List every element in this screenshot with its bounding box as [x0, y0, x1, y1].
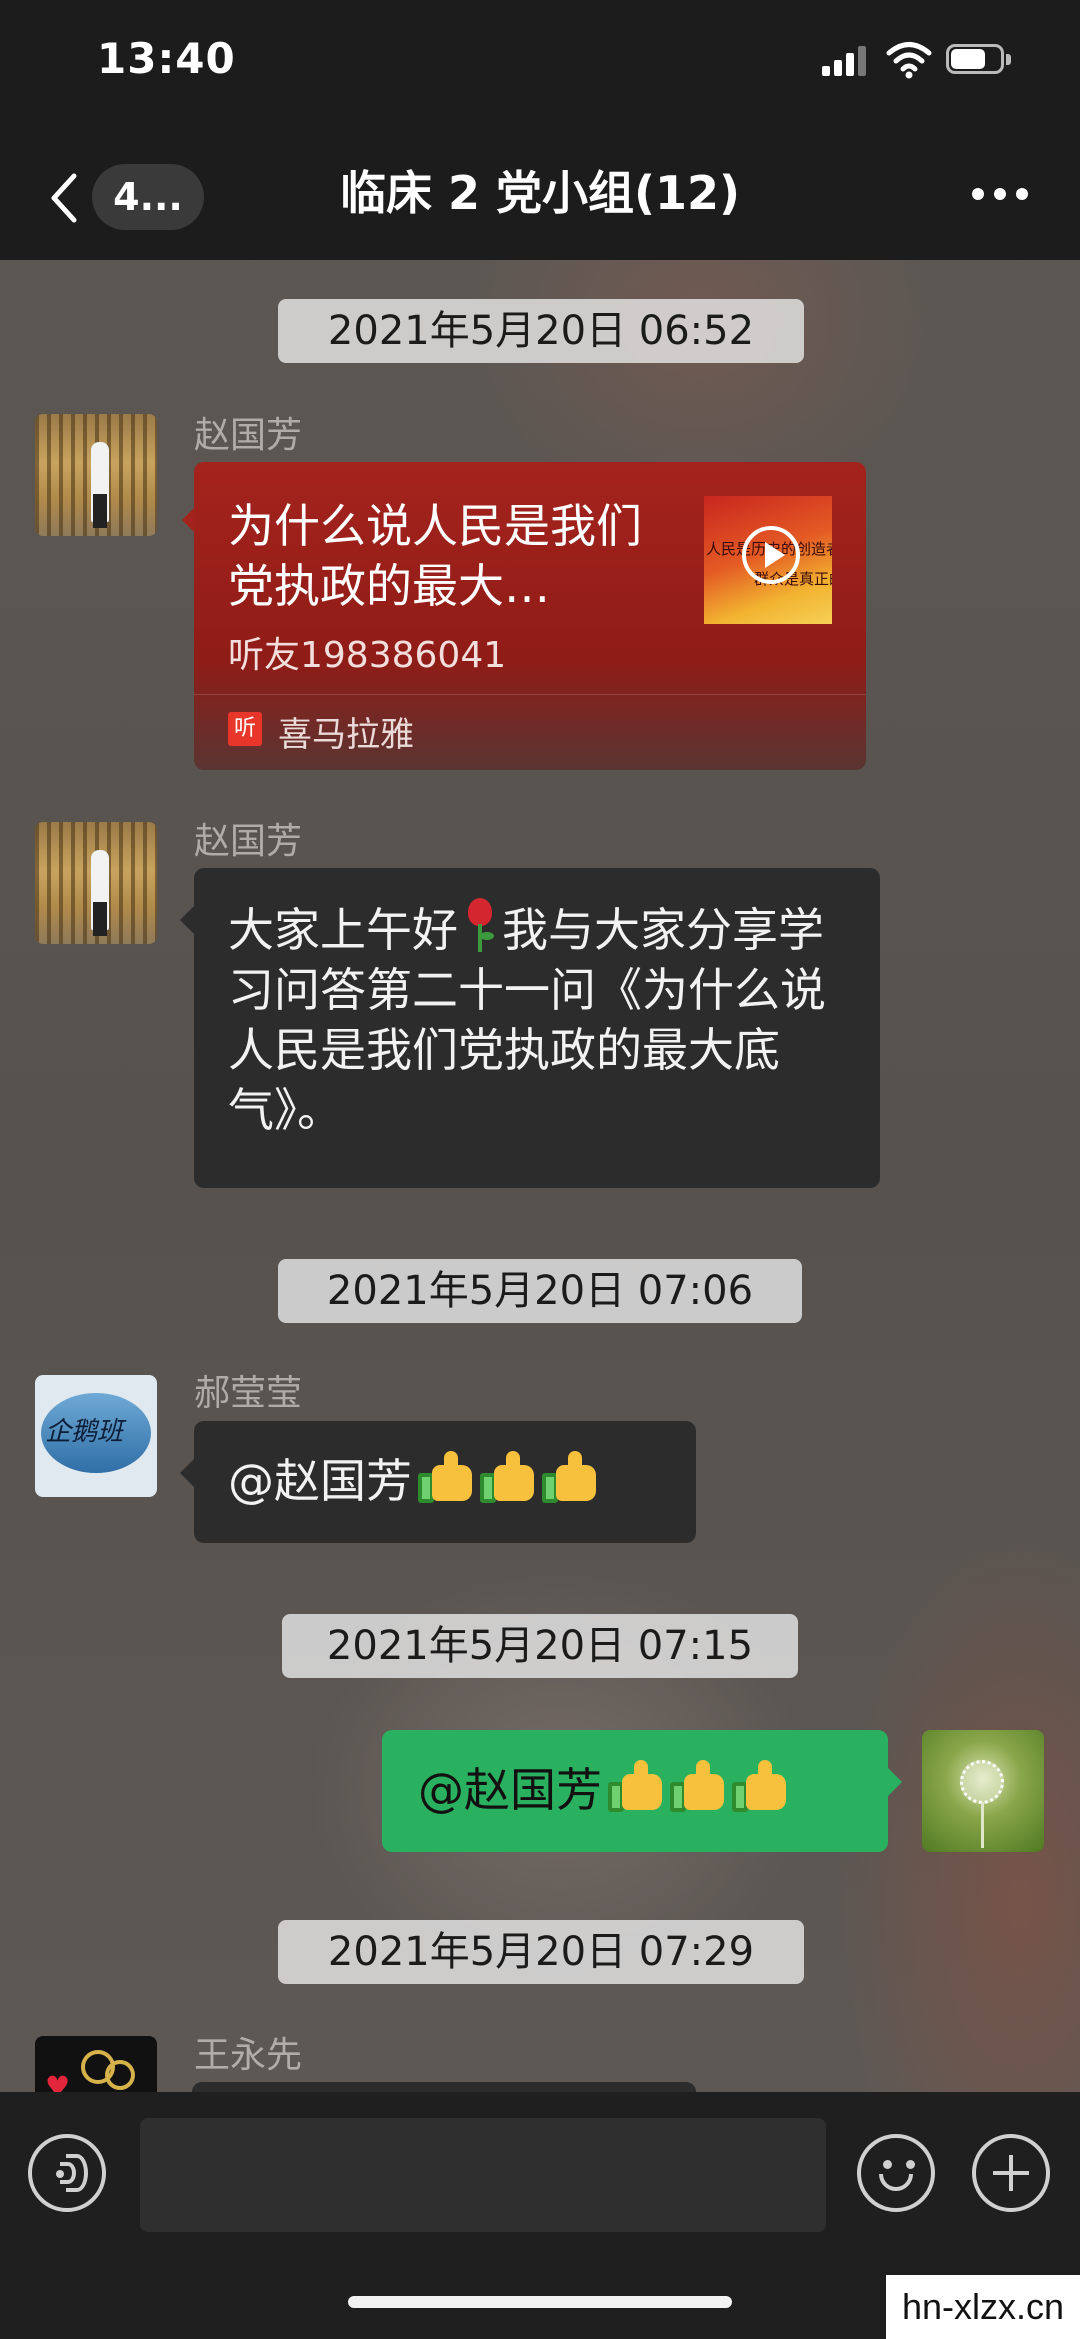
message-bubble-self[interactable]: @赵国芳: [382, 1730, 902, 1852]
avatar[interactable]: [35, 822, 157, 944]
play-icon: [742, 526, 800, 584]
ximalaya-logo-icon: 听: [228, 712, 262, 746]
message-text: 大家上午好 我与大家分享学习问答第二十一问《为什么说人民是我们党执政的最大底气》。: [228, 896, 858, 1140]
voice-icon[interactable]: [28, 2134, 106, 2212]
self-avatar[interactable]: [922, 1730, 1044, 1852]
plus-icon[interactable]: [972, 2134, 1050, 2212]
message-bubble[interactable]: @赵国芳: [180, 1421, 696, 1543]
rose-emoji: [460, 896, 500, 954]
sender-name: 王永先: [194, 2035, 303, 2076]
timestamp: 2021年5月20日 06:52: [278, 299, 804, 363]
avatar[interactable]: 企鹅班: [35, 1375, 157, 1497]
card-source: 喜马拉雅: [278, 715, 414, 755]
message-text: @赵国芳: [418, 1760, 788, 1820]
status-bar: 13:40: [0, 0, 1080, 128]
message-input[interactable]: [140, 2118, 826, 2232]
back-chevron-left-icon[interactable]: [44, 168, 84, 228]
shared-audio-card[interactable]: 为什么说人民是我们党执政的最大… 听友198386041 人民是历史的创造者 群…: [194, 462, 866, 770]
message-bubble[interactable]: 大家上午好 我与大家分享学习问答第二十一问《为什么说人民是我们党执政的最大底气》。: [180, 868, 880, 1188]
card-footer: 听 喜马拉雅: [194, 694, 866, 767]
thumbs-up-emoji: [412, 1451, 598, 1511]
sender-name: 郝莹莹: [194, 1373, 303, 1414]
card-subtitle: 听友198386041: [228, 635, 507, 676]
avatar-text: 企鹅班: [45, 1417, 124, 1447]
chat-title: 临床 2 党小组(12): [339, 166, 741, 220]
heart-icon: ♥: [45, 2070, 71, 2094]
sender-name: 赵国芳: [194, 821, 303, 862]
wifi-icon: [886, 42, 932, 79]
chat-header: 4... 临床 2 党小组(12): [0, 128, 1080, 260]
status-time: 13:40: [97, 34, 236, 83]
more-dots-icon[interactable]: [972, 188, 1028, 202]
unread-count-badge[interactable]: 4...: [92, 164, 204, 230]
timestamp: 2021年5月20日 07:29: [278, 1920, 804, 1984]
emoji-icon[interactable]: [857, 2134, 935, 2212]
timestamp: 2021年5月20日 07:06: [278, 1259, 802, 1323]
thumbs-up-emoji: [602, 1760, 788, 1820]
battery-icon: [946, 44, 1016, 76]
card-thumbnail: 人民是历史的创造者 群众是真正的: [704, 496, 832, 624]
timestamp: 2021年5月20日 07:15: [282, 1614, 798, 1678]
card-title: 为什么说人民是我们党执政的最大…: [228, 499, 642, 613]
home-indicator[interactable]: [348, 2296, 732, 2308]
message-text: @赵国芳: [228, 1451, 598, 1511]
avatar[interactable]: ♥: [35, 2036, 157, 2094]
watermark: hn-xlzx.cn: [886, 2275, 1080, 2339]
cellular-signal-icon: [822, 44, 868, 76]
avatar[interactable]: [35, 414, 157, 536]
sender-name: 赵国芳: [194, 415, 303, 456]
